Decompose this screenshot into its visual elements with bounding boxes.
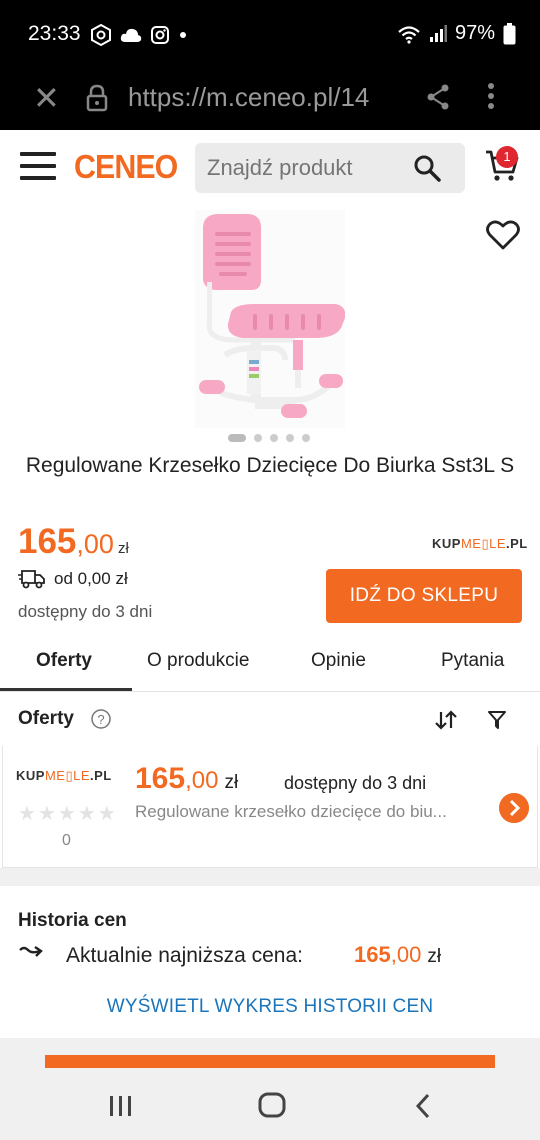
chevron-right-icon[interactable] xyxy=(499,793,529,823)
active-tab-indicator xyxy=(0,688,132,691)
battery-percent: 97% xyxy=(454,22,495,44)
price-integer: 165 xyxy=(18,522,77,561)
star-icon: ★ xyxy=(57,803,76,825)
shop-logo-mid: ME▯LE xyxy=(460,536,507,551)
carousel-dot[interactable] xyxy=(302,434,310,442)
search-box[interactable] xyxy=(195,143,465,193)
image-carousel-dots[interactable] xyxy=(228,434,310,442)
status-system-icons: 97% xyxy=(397,22,516,45)
show-price-history-link[interactable]: WYŚWIETL WYKRES HISTORII CEN xyxy=(0,996,540,1018)
reviews-count: 0 xyxy=(62,832,71,849)
product-price: 165,00 zł xyxy=(18,522,129,562)
recent-apps-icon[interactable] xyxy=(108,1094,134,1118)
shop-logo-left: KUP xyxy=(432,536,461,551)
price-decimal: ,00 xyxy=(76,529,114,559)
tab-questions[interactable]: Pytania xyxy=(441,650,504,672)
offer-shop-left: KUP xyxy=(16,768,45,783)
availability: dostępny do 3 dni xyxy=(18,602,153,621)
status-time: 23:33 xyxy=(28,22,81,45)
filter-icon[interactable] xyxy=(487,710,507,730)
help-icon[interactable]: ? xyxy=(90,708,112,730)
lowest-price-integer: 165 xyxy=(354,942,391,967)
carousel-dot[interactable] xyxy=(286,434,294,442)
lowest-price-value: 165,00 zł xyxy=(354,942,441,968)
offer-shop-mid: ME▯LE xyxy=(44,768,91,783)
offer-price: 165,00 zł xyxy=(135,762,238,796)
svg-text:?: ? xyxy=(97,712,104,727)
close-tab-icon[interactable]: ✕ xyxy=(33,82,60,114)
next-section-peek xyxy=(45,1055,495,1068)
home-icon[interactable] xyxy=(258,1092,286,1118)
price-currency: zł xyxy=(117,540,129,557)
price-history-title: Historia cen xyxy=(18,910,127,931)
tab-offers[interactable]: Oferty xyxy=(36,650,92,672)
trend-arrow-icon xyxy=(19,946,43,957)
rating-stars: ★ ★ ★ ★ ★ xyxy=(18,804,116,824)
shop-logo-right: .PL xyxy=(506,536,528,551)
carousel-dot-active[interactable] xyxy=(228,434,246,442)
carousel-dot[interactable] xyxy=(254,434,262,442)
offer-shop-logo[interactable]: KUPME▯LE.PL xyxy=(16,768,112,784)
status-bar: 23:33 97% xyxy=(0,0,540,70)
offers-heading: Oferty xyxy=(18,708,74,729)
sort-icon[interactable] xyxy=(434,710,458,730)
offer-description[interactable]: Regulowane krzesełko dziecięce do biu... xyxy=(135,802,491,822)
shop-logo[interactable]: KUPME▯LE.PL xyxy=(432,536,528,552)
app-hex-icon xyxy=(91,24,111,46)
offer-price-integer: 165 xyxy=(135,762,186,795)
star-icon: ★ xyxy=(37,803,56,825)
delivery-cost: od 0,00 zł xyxy=(54,569,128,588)
browser-url-bar: ✕ https://m.ceneo.pl/14 xyxy=(0,70,540,130)
ceneo-logo[interactable]: CENEO xyxy=(74,148,178,186)
lowest-price-currency: zł xyxy=(427,946,442,967)
product-image[interactable] xyxy=(195,210,345,428)
share-icon[interactable] xyxy=(426,84,450,110)
back-icon[interactable] xyxy=(414,1093,432,1119)
delivery-info: od 0,00 zł xyxy=(18,569,128,589)
star-icon: ★ xyxy=(18,803,36,825)
favorite-heart-icon[interactable] xyxy=(486,220,520,250)
instagram-icon xyxy=(151,26,169,44)
go-to-shop-button[interactable]: IDŹ DO SKLEPU xyxy=(326,569,522,623)
offer-shop-right: .PL xyxy=(90,768,112,783)
wifi-icon xyxy=(398,25,420,44)
lowest-price-label: Aktualnie najniższa cena: xyxy=(66,944,303,967)
menu-icon[interactable] xyxy=(20,152,56,184)
cart-count-badge: 1 xyxy=(496,146,518,168)
carousel-dot[interactable] xyxy=(270,434,278,442)
more-options-icon[interactable] xyxy=(487,82,495,110)
notification-dot-icon xyxy=(180,32,186,38)
product-title: Regulowane Krzesełko Dziecięce Do Biurka… xyxy=(25,454,515,477)
offer-price-currency: zł xyxy=(224,772,239,793)
search-icon[interactable] xyxy=(413,154,441,182)
search-input[interactable] xyxy=(207,155,407,181)
cloud-icon xyxy=(120,28,142,42)
offer-availability: dostępny do 3 dni xyxy=(284,773,427,793)
star-icon: ★ xyxy=(77,803,96,825)
lowest-price-decimal: ,00 xyxy=(390,942,422,967)
lock-icon[interactable] xyxy=(86,84,108,112)
star-icon: ★ xyxy=(97,803,116,825)
signal-icon xyxy=(429,24,447,42)
offer-price-decimal: ,00 xyxy=(185,767,219,794)
url-field[interactable]: https://m.ceneo.pl/14 xyxy=(128,82,403,113)
tab-reviews[interactable]: Opinie xyxy=(311,650,366,672)
product-tabs: Oferty O produkcie Opinie Pytania xyxy=(0,634,540,692)
delivery-truck-icon xyxy=(18,570,45,589)
battery-icon xyxy=(503,22,516,44)
status-notification-icons xyxy=(90,24,188,46)
site-header: CENEO xyxy=(0,130,540,208)
section-divider xyxy=(0,868,540,886)
tab-about-product[interactable]: O produkcie xyxy=(147,650,249,672)
